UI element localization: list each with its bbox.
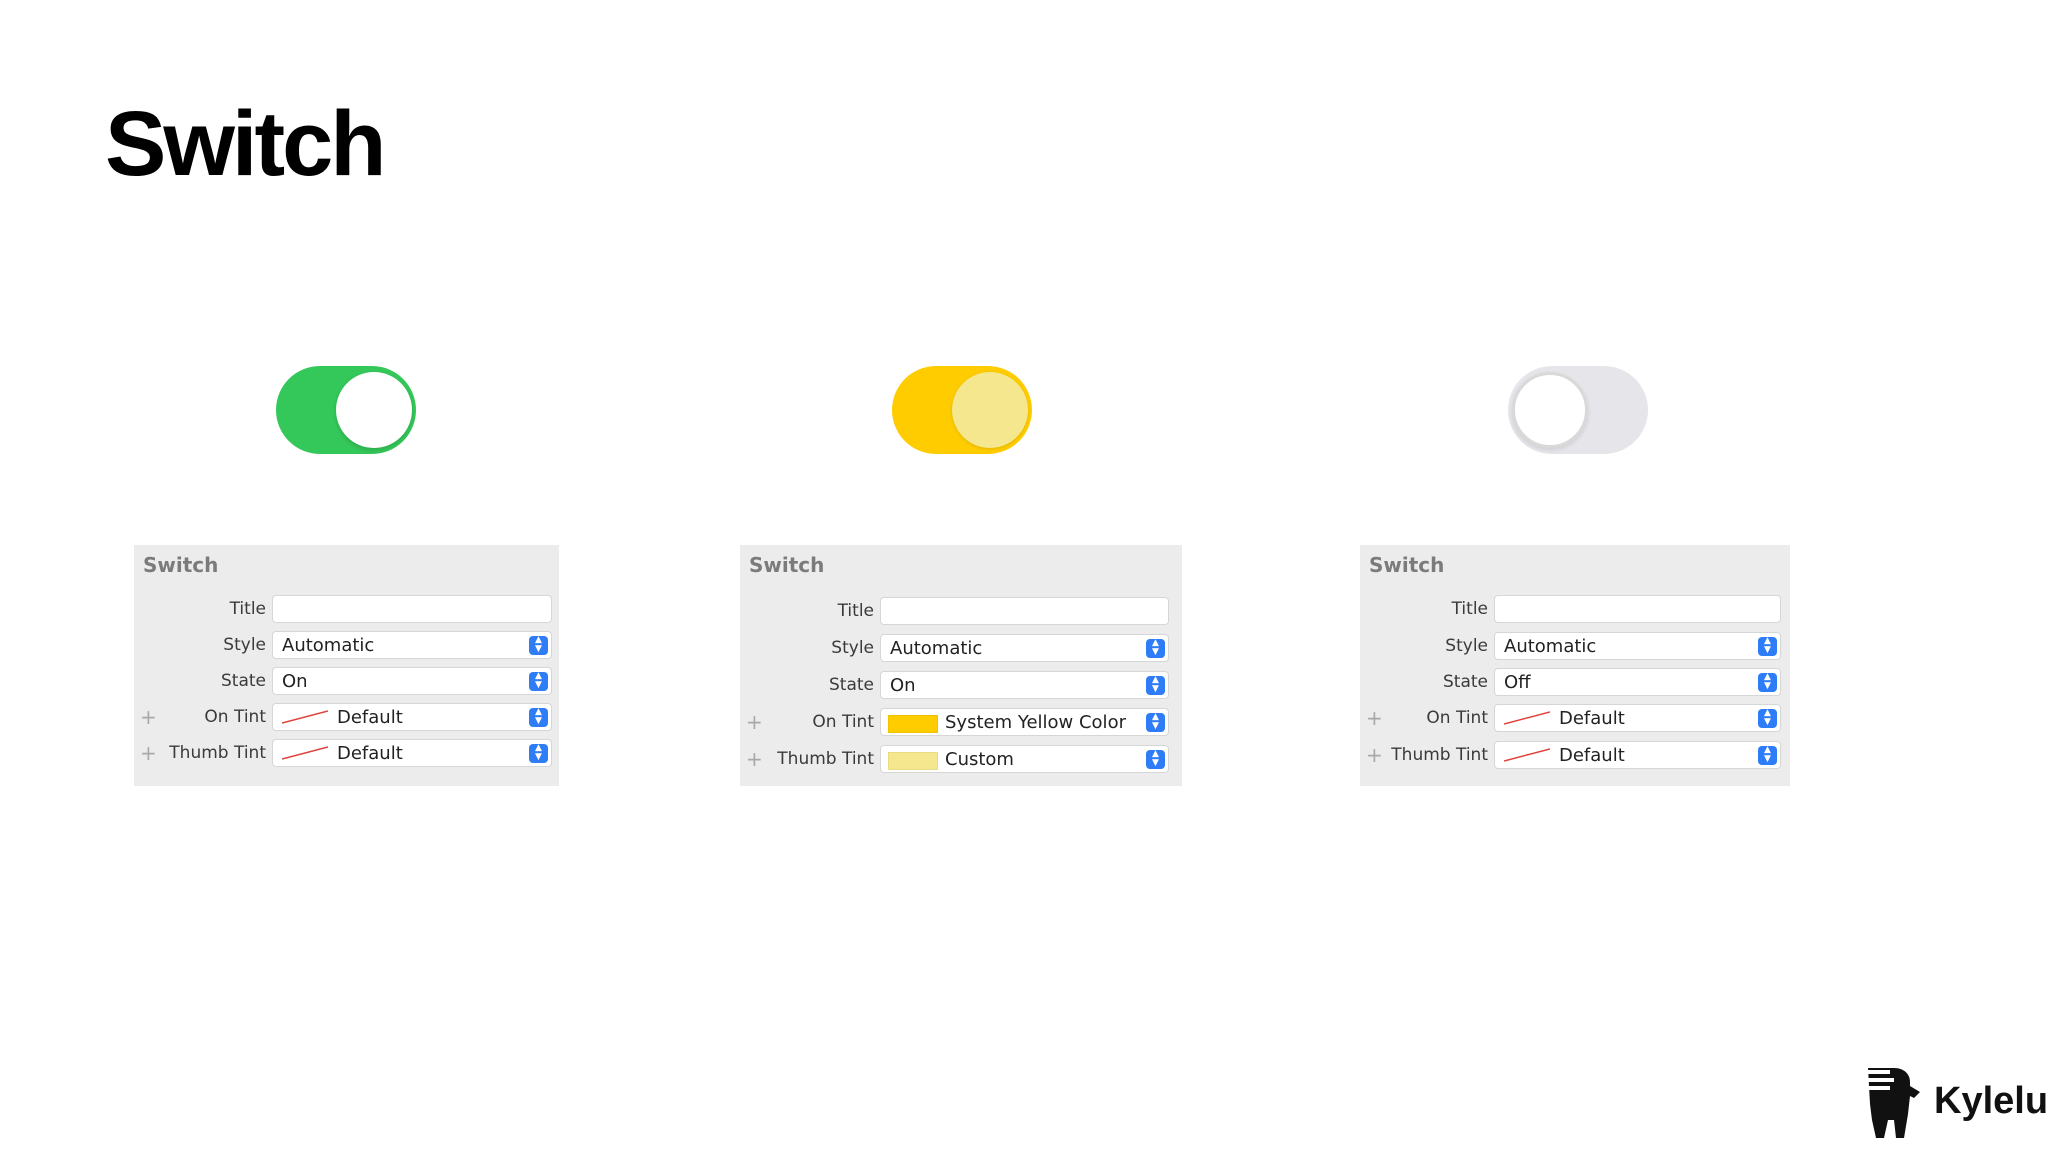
thumb-tint-row: + Thumb Tint Default ▲ ▼ (134, 737, 559, 771)
switch-inspector-panel-1: Switch Title Style Automatic ▲ ▼ State On… (134, 545, 559, 786)
panel-header: Switch (143, 553, 219, 577)
page-title: Switch (105, 93, 386, 195)
on-tint-select[interactable]: Default ▲ ▼ (272, 703, 552, 731)
state-value: On (282, 671, 308, 692)
thumb-tint-label: Thumb Tint (1391, 745, 1488, 765)
state-select[interactable]: On ▲ ▼ (880, 671, 1169, 699)
popup-stepper-icon: ▲ ▼ (529, 744, 548, 763)
title-row: Title (1360, 593, 1790, 627)
switch-yellow-on[interactable] (892, 366, 1032, 454)
style-select[interactable]: Automatic ▲ ▼ (272, 631, 552, 659)
popup-stepper-icon: ▲ ▼ (1758, 673, 1777, 692)
title-field[interactable] (272, 595, 552, 623)
on-tint-row: + On Tint Default ▲ ▼ (1360, 702, 1790, 736)
popup-stepper-icon: ▲ ▼ (1758, 709, 1777, 728)
switch-thumb (336, 372, 412, 448)
title-field[interactable] (880, 597, 1169, 625)
plus-icon[interactable]: + (1366, 706, 1383, 730)
custom-color-swatch (888, 752, 938, 770)
thumb-tint-label: Thumb Tint (777, 749, 874, 769)
switch-inspector-panel-2: Switch Title Style Automatic ▲ ▼ State On… (740, 545, 1182, 786)
panel-header: Switch (1369, 553, 1445, 577)
no-color-swatch-icon (1504, 748, 1550, 762)
state-select[interactable]: Off ▲ ▼ (1494, 668, 1781, 696)
title-label: Title (229, 599, 266, 619)
title-label: Title (837, 601, 874, 621)
popup-stepper-icon: ▲ ▼ (1146, 750, 1165, 769)
no-color-swatch-icon (1504, 711, 1550, 725)
popup-stepper-icon: ▲ ▼ (529, 708, 548, 727)
popup-stepper-icon: ▲ ▼ (1758, 637, 1777, 656)
state-label: State (1443, 672, 1488, 692)
popup-stepper-icon: ▲ ▼ (1758, 746, 1777, 765)
title-row: Title (740, 595, 1182, 629)
style-select[interactable]: Automatic ▲ ▼ (1494, 632, 1781, 660)
state-value: Off (1504, 672, 1531, 693)
style-row: Style Automatic ▲ ▼ (1360, 630, 1790, 664)
popup-stepper-icon: ▲ ▼ (1146, 676, 1165, 695)
style-select[interactable]: Automatic ▲ ▼ (880, 634, 1169, 662)
style-value: Automatic (282, 635, 375, 656)
thumb-tint-value: Custom (945, 749, 1014, 770)
thumb-tint-row: + Thumb Tint Custom ▲ ▼ (740, 743, 1182, 777)
style-row: Style Automatic ▲ ▼ (740, 632, 1182, 666)
title-field[interactable] (1494, 595, 1781, 623)
state-label: State (829, 675, 874, 695)
panel-header: Switch (749, 553, 825, 577)
on-tint-label: On Tint (204, 707, 266, 727)
no-color-swatch-icon (282, 746, 328, 760)
style-label: Style (223, 635, 266, 655)
switch-inspector-panel-3: Switch Title Style Automatic ▲ ▼ State Of… (1360, 545, 1790, 786)
popup-stepper-icon: ▲ ▼ (529, 672, 548, 691)
switch-green-on[interactable] (276, 366, 416, 454)
on-tint-select[interactable]: Default ▲ ▼ (1494, 704, 1781, 732)
on-tint-value: System Yellow Color (945, 712, 1126, 733)
title-row: Title (134, 593, 559, 627)
yellow-color-swatch (888, 715, 938, 733)
thumb-tint-value: Default (337, 743, 403, 764)
switch-off[interactable] (1508, 366, 1648, 454)
switch-thumb (1512, 372, 1588, 448)
state-row: State Off ▲ ▼ (1360, 666, 1790, 700)
style-row: Style Automatic ▲ ▼ (134, 629, 559, 663)
thumb-tint-select[interactable]: Custom ▲ ▼ (880, 745, 1169, 773)
on-tint-label: On Tint (812, 712, 874, 732)
plus-icon[interactable]: + (140, 741, 157, 765)
thumb-tint-select[interactable]: Default ▲ ▼ (272, 739, 552, 767)
on-tint-row: + On Tint Default ▲ ▼ (134, 701, 559, 735)
plus-icon[interactable]: + (746, 710, 763, 734)
state-label: State (221, 671, 266, 691)
state-value: On (890, 675, 916, 696)
style-value: Automatic (890, 638, 983, 659)
plus-icon[interactable]: + (140, 705, 157, 729)
switch-thumb (952, 372, 1028, 448)
style-label: Style (831, 638, 874, 658)
style-value: Automatic (1504, 636, 1597, 657)
plus-icon[interactable]: + (1366, 743, 1383, 767)
on-tint-select[interactable]: System Yellow Color ▲ ▼ (880, 708, 1169, 736)
brand-name: Kylelu (1934, 1080, 2048, 1122)
on-tint-value: Default (1559, 708, 1625, 729)
thumb-tint-label: Thumb Tint (169, 743, 266, 763)
thumb-tint-value: Default (1559, 745, 1625, 766)
state-row: State On ▲ ▼ (134, 665, 559, 699)
kylelu-logo-icon (1864, 1064, 1924, 1142)
no-color-swatch-icon (282, 710, 328, 724)
popup-stepper-icon: ▲ ▼ (529, 636, 548, 655)
plus-icon[interactable]: + (746, 747, 763, 771)
style-label: Style (1445, 636, 1488, 656)
on-tint-label: On Tint (1426, 708, 1488, 728)
state-select[interactable]: On ▲ ▼ (272, 667, 552, 695)
on-tint-value: Default (337, 707, 403, 728)
on-tint-row: + On Tint System Yellow Color ▲ ▼ (740, 706, 1182, 740)
title-label: Title (1451, 599, 1488, 619)
popup-stepper-icon: ▲ ▼ (1146, 639, 1165, 658)
popup-stepper-icon: ▲ ▼ (1146, 713, 1165, 732)
thumb-tint-select[interactable]: Default ▲ ▼ (1494, 741, 1781, 769)
thumb-tint-row: + Thumb Tint Default ▲ ▼ (1360, 739, 1790, 773)
state-row: State On ▲ ▼ (740, 669, 1182, 703)
